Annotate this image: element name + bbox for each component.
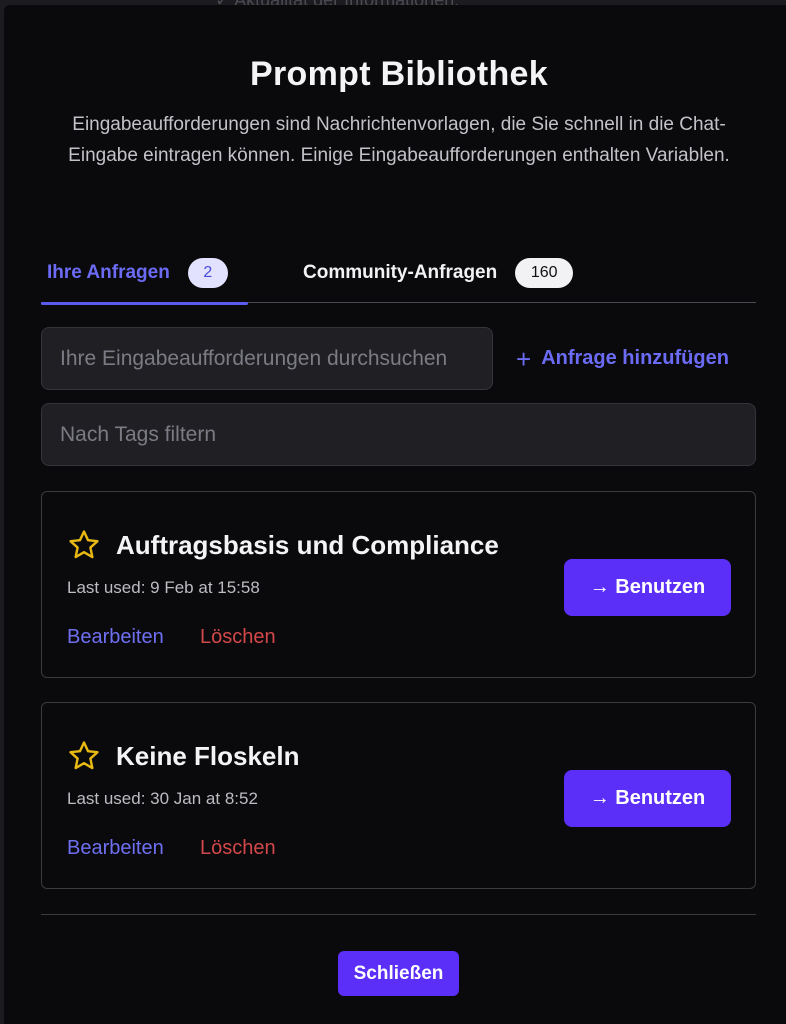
prompt-card: Keine Floskeln Last used: 30 Jan at 8:52…	[41, 702, 756, 889]
prompt-title: Auftragsbasis und Compliance	[116, 530, 499, 560]
delete-link[interactable]: Löschen	[200, 837, 276, 860]
modal-title: Prompt Bibliothek	[250, 55, 548, 93]
tab-your-prompts[interactable]: Ihre Anfragen 2	[41, 243, 248, 305]
search-input[interactable]	[41, 327, 493, 390]
prompt-card: Auftragsbasis und Compliance Last used: …	[41, 491, 756, 678]
prompt-library-modal: Prompt Bibliothek Eingabeaufforderungen …	[4, 5, 786, 1024]
modal-description: Eingabeaufforderungen sind Nachrichtenvo…	[68, 114, 730, 166]
tab-your-prompts-label: Ihre Anfragen	[47, 262, 170, 283]
star-icon[interactable]	[67, 739, 101, 773]
tab-community-prompts-count-badge: 160	[515, 258, 574, 288]
prompt-last-used: Last used: 9 Feb at 15:58	[67, 578, 260, 597]
edit-link[interactable]: Bearbeiten	[67, 837, 164, 860]
add-prompt-label: Anfrage hinzufügen	[541, 347, 729, 369]
footer-divider	[41, 914, 756, 915]
tab-bar: Ihre Anfragen 2 Community-Anfragen 160	[41, 243, 756, 305]
add-prompt-button[interactable]: + Anfrage hinzufügen	[516, 327, 729, 390]
use-button[interactable]: → Benutzen	[564, 770, 731, 827]
prompt-title: Keine Floskeln	[116, 741, 300, 771]
delete-link[interactable]: Löschen	[200, 626, 276, 649]
tab-community-prompts-label: Community-Anfragen	[303, 262, 498, 283]
use-button[interactable]: → Benutzen	[564, 559, 731, 616]
prompt-last-used: Last used: 30 Jan at 8:52	[67, 789, 258, 808]
star-icon[interactable]	[67, 528, 101, 562]
close-button[interactable]: Schließen	[338, 951, 459, 996]
tab-your-prompts-count-badge: 2	[187, 258, 228, 288]
plus-icon: +	[516, 343, 532, 374]
tag-filter-input[interactable]	[41, 403, 756, 466]
edit-link[interactable]: Bearbeiten	[67, 626, 164, 649]
tab-community-prompts[interactable]: Community-Anfragen 160	[303, 243, 574, 303]
